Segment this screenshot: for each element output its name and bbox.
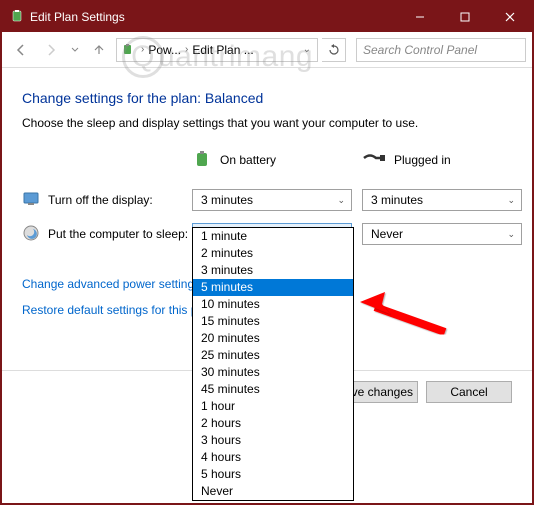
column-header-plugged: Plugged in xyxy=(362,151,512,174)
dropdown-option[interactable]: 3 minutes xyxy=(193,262,353,279)
chevron-down-icon[interactable]: ⌄ xyxy=(301,44,313,55)
display-battery-combo[interactable]: 3 minutes⌄ xyxy=(192,189,352,211)
dropdown-option[interactable]: 15 minutes xyxy=(193,313,353,330)
breadcrumb[interactable]: › Pow... › Edit Plan ... ⌄ xyxy=(116,38,318,62)
close-button[interactable] xyxy=(487,2,532,32)
forward-button[interactable] xyxy=(38,37,64,63)
row-display-label: Turn off the display: xyxy=(22,190,192,211)
chevron-right-icon: › xyxy=(139,44,146,55)
sleep-plugged-combo[interactable]: Never⌄ xyxy=(362,223,522,245)
dropdown-option[interactable]: 5 minutes xyxy=(193,279,353,296)
refresh-button[interactable] xyxy=(322,38,346,62)
dropdown-option[interactable]: 3 hours xyxy=(193,432,353,449)
display-plugged-combo[interactable]: 3 minutes⌄ xyxy=(362,189,522,211)
dropdown-option[interactable]: 1 hour xyxy=(193,398,353,415)
page-title: Change settings for the plan: Balanced xyxy=(22,90,512,106)
dropdown-option[interactable]: 30 minutes xyxy=(193,364,353,381)
page-subtext: Choose the sleep and display settings th… xyxy=(22,116,512,130)
dropdown-option[interactable]: 45 minutes xyxy=(193,381,353,398)
sleep-battery-dropdown[interactable]: 1 minute2 minutes3 minutes5 minutes10 mi… xyxy=(192,227,354,501)
window-title: Edit Plan Settings xyxy=(30,10,397,24)
dropdown-option[interactable]: 10 minutes xyxy=(193,296,353,313)
navbar: › Pow... › Edit Plan ... ⌄ Search Contro… xyxy=(2,32,532,68)
chevron-down-icon: ⌄ xyxy=(507,195,515,206)
chevron-right-icon: › xyxy=(183,44,190,55)
battery-icon xyxy=(192,148,212,171)
dropdown-option[interactable]: 2 hours xyxy=(193,415,353,432)
minimize-button[interactable] xyxy=(397,2,442,32)
cancel-button[interactable]: Cancel xyxy=(426,381,512,403)
dropdown-option[interactable]: 2 minutes xyxy=(193,245,353,262)
dropdown-option[interactable]: 20 minutes xyxy=(193,330,353,347)
history-dropdown[interactable] xyxy=(68,37,82,63)
dropdown-option[interactable]: Never xyxy=(193,483,353,500)
breadcrumb-item[interactable]: Pow... xyxy=(148,43,181,57)
breadcrumb-item[interactable]: Edit Plan ... xyxy=(192,43,253,57)
back-button[interactable] xyxy=(8,37,34,63)
up-button[interactable] xyxy=(86,37,112,63)
maximize-button[interactable] xyxy=(442,2,487,32)
dropdown-option[interactable]: 4 hours xyxy=(193,449,353,466)
dropdown-option[interactable]: 1 minute xyxy=(193,228,353,245)
plug-icon xyxy=(362,151,386,168)
dropdown-option[interactable]: 5 hours xyxy=(193,466,353,483)
sleep-icon xyxy=(22,224,40,245)
titlebar: Edit Plan Settings xyxy=(2,2,532,32)
chevron-down-icon: ⌄ xyxy=(507,229,515,240)
chevron-down-icon: ⌄ xyxy=(337,195,345,206)
search-input[interactable]: Search Control Panel xyxy=(356,38,526,62)
search-placeholder: Search Control Panel xyxy=(363,43,477,57)
row-sleep-label: Put the computer to sleep: xyxy=(22,224,192,245)
dropdown-option[interactable]: 25 minutes xyxy=(193,347,353,364)
monitor-icon xyxy=(22,190,40,211)
app-icon xyxy=(10,10,24,24)
power-icon xyxy=(121,43,135,57)
column-header-battery: On battery xyxy=(192,148,362,177)
